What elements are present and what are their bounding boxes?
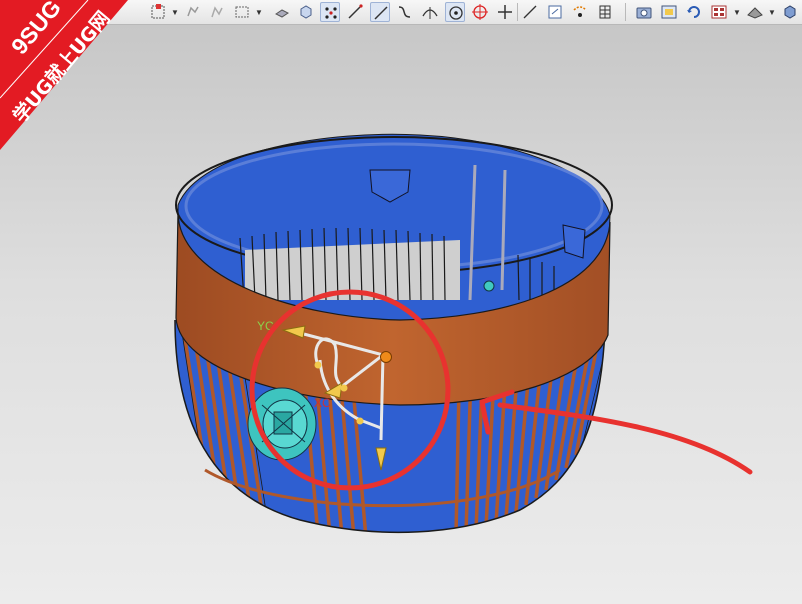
copy-icon[interactable] [182, 2, 202, 22]
shade-icon[interactable] [745, 2, 765, 22]
watermark-banner: 9SUG 学UG就上UG网 [0, 0, 150, 150]
xcaxis-label: XC [314, 396, 331, 410]
line-angle-icon[interactable] [370, 2, 390, 22]
cube-icon[interactable] [296, 2, 316, 22]
view-cube-icon[interactable] [780, 2, 800, 22]
camera-icon[interactable] [634, 2, 654, 22]
shade-dropdown[interactable]: ▼ [768, 8, 776, 17]
marker-icon[interactable] [570, 2, 590, 22]
layout-dropdown[interactable]: ▼ [733, 8, 741, 17]
line-icon[interactable] [345, 2, 365, 22]
layout-icon[interactable] [709, 2, 729, 22]
toolbar-separator [517, 3, 518, 21]
toolbar-separator [625, 3, 626, 21]
grid-icon[interactable] [595, 2, 615, 22]
rotate-icon[interactable] [684, 2, 704, 22]
line-draw-icon[interactable] [520, 2, 540, 22]
snap-icon[interactable] [148, 2, 168, 22]
circle-icon[interactable] [470, 2, 490, 22]
box-icon[interactable] [272, 2, 292, 22]
select-dropdown[interactable]: ▼ [255, 8, 263, 17]
circle-center-icon[interactable] [445, 2, 465, 22]
plus-icon[interactable] [495, 2, 515, 22]
curve-icon[interactable] [395, 2, 415, 22]
rectangle-select-icon[interactable] [232, 2, 252, 22]
intersection-icon[interactable] [420, 2, 440, 22]
note-icon[interactable] [545, 2, 565, 22]
image-icon[interactable] [659, 2, 679, 22]
point-set-icon[interactable] [320, 2, 340, 22]
paste-icon[interactable] [207, 2, 227, 22]
snap-dropdown[interactable]: ▼ [171, 8, 179, 17]
